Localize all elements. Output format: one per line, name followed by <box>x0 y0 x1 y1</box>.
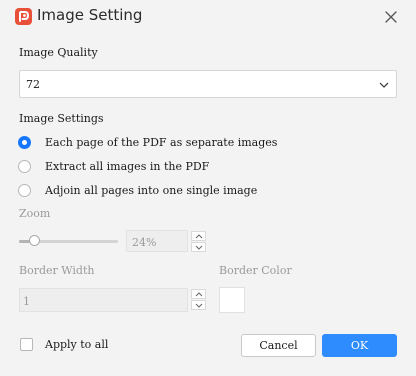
ok-button[interactable]: OK <box>322 334 397 357</box>
pdf-app-logo-icon <box>15 8 32 25</box>
chevron-up-icon <box>195 292 203 297</box>
apply-to-all-label: Apply to all <box>45 338 109 351</box>
border-color-label: Border Color <box>219 264 292 277</box>
zoom-slider-thumb[interactable] <box>29 235 41 246</box>
zoom-value-field[interactable]: 24% <box>126 230 188 252</box>
close-icon <box>385 11 397 23</box>
image-quality-label: Image Quality <box>19 46 98 59</box>
border-width-increment-button[interactable] <box>191 289 206 299</box>
zoom-label: Zoom <box>19 207 51 220</box>
radio-adjoin-pages[interactable] <box>18 184 31 197</box>
border-width-field[interactable]: 1 <box>19 288 188 312</box>
border-width-value: 1 <box>23 295 30 308</box>
image-quality-select[interactable]: 72 <box>19 70 397 98</box>
title-bar: Image Setting <box>0 0 416 34</box>
chevron-down-icon <box>195 303 203 308</box>
chevron-down-icon <box>195 245 203 250</box>
zoom-value: 24% <box>132 236 157 249</box>
apply-to-all-checkbox[interactable] <box>20 338 33 351</box>
image-settings-label: Image Settings <box>19 112 104 125</box>
dialog-title: Image Setting <box>37 6 143 24</box>
option-adjoin-pages-label: Adjoin all pages into one single image <box>45 184 258 197</box>
image-setting-dialog: Image Setting Image Quality 72 Image Set… <box>0 0 416 376</box>
cancel-button[interactable]: Cancel <box>241 334 316 357</box>
chevron-down-icon <box>379 82 389 88</box>
option-extract-images-label: Extract all images in the PDF <box>45 160 210 173</box>
zoom-decrement-button[interactable] <box>191 242 206 252</box>
zoom-increment-button[interactable] <box>191 231 206 241</box>
chevron-up-icon <box>195 234 203 239</box>
close-button[interactable] <box>382 8 400 26</box>
zoom-slider[interactable] <box>19 235 118 246</box>
border-color-swatch[interactable] <box>219 287 245 313</box>
option-separate-images-label: Each page of the PDF as separate images <box>45 136 278 149</box>
border-width-label: Border Width <box>19 264 95 277</box>
border-width-decrement-button[interactable] <box>191 300 206 310</box>
image-quality-value: 72 <box>26 78 40 91</box>
radio-separate-images[interactable] <box>18 136 31 149</box>
radio-extract-images[interactable] <box>18 160 31 173</box>
